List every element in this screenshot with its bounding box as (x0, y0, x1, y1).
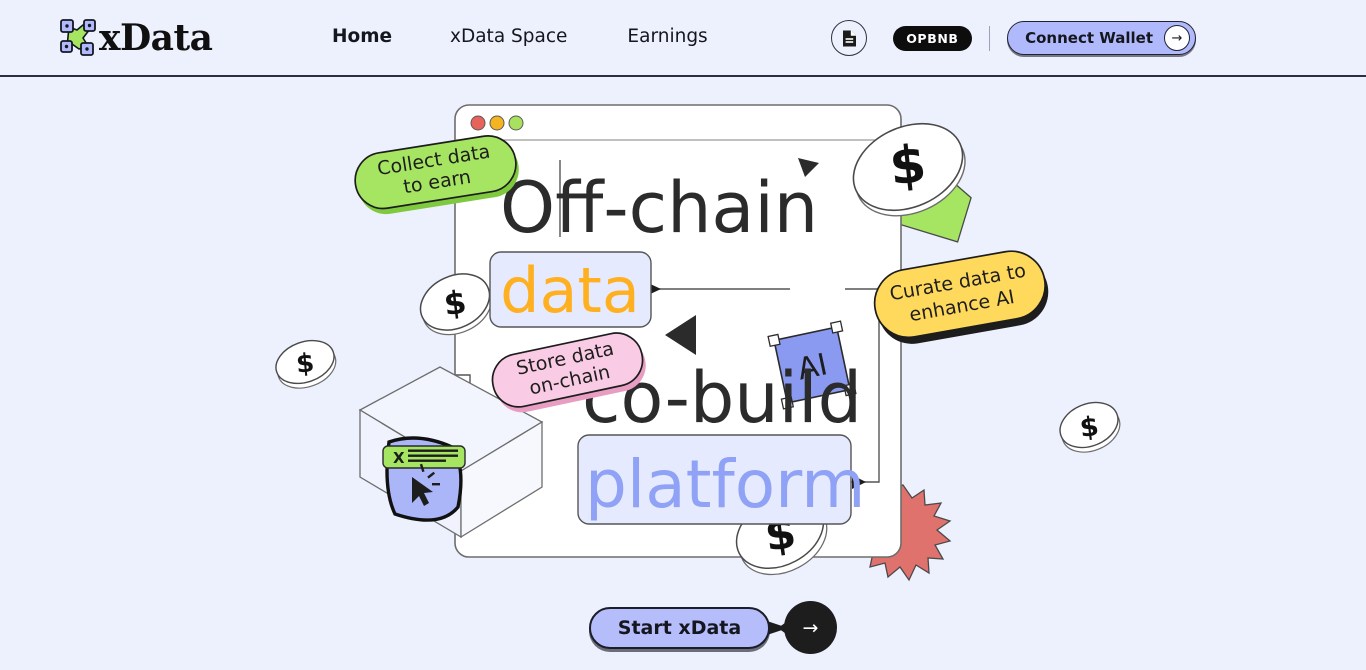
start-xdata-cta[interactable]: Start xData → (589, 601, 837, 654)
chain-badge-opbnb[interactable]: OPBNB (893, 25, 972, 51)
connect-wallet-button[interactable]: Connect Wallet → (1007, 21, 1196, 55)
arrow-right-icon: → (1164, 25, 1190, 51)
coin-4: $ (1059, 401, 1121, 453)
data-box: data (489, 251, 652, 328)
nav-item-xdata-space[interactable]: xData Space (450, 26, 567, 47)
svg-text:$: $ (442, 283, 469, 323)
svg-text:X: X (393, 449, 405, 467)
header-divider (988, 25, 991, 51)
main-nav: Home xData Space Earnings (332, 26, 708, 47)
x-tag: X (382, 445, 466, 469)
page-root: xData Home xData Space Earnings OPBNB Co… (0, 0, 1366, 670)
svg-text:$: $ (887, 134, 929, 197)
svg-text:data: data (500, 254, 640, 327)
svg-text:$: $ (295, 348, 316, 379)
svg-text:platform: platform (585, 446, 865, 523)
hero-stage: X AI $ $ $ $ $ Off-chain data co-build p… (0, 77, 1366, 670)
connect-wallet-label: Connect Wallet (1025, 29, 1153, 47)
nav-item-earnings[interactable]: Earnings (627, 26, 707, 47)
coin-3: $ (275, 339, 337, 389)
document-icon (842, 30, 856, 46)
document-button[interactable] (831, 20, 868, 56)
xdata-node-graph-logo-icon (60, 19, 96, 56)
cta-arrow-right-icon[interactable]: → (784, 601, 837, 654)
header-actions: OPBNB Connect Wallet → (831, 20, 1196, 56)
nav-item-home[interactable]: Home (332, 26, 392, 47)
site-header: xData Home xData Space Earnings OPBNB Co… (0, 0, 1366, 77)
start-xdata-label[interactable]: Start xData (589, 606, 770, 649)
logo[interactable]: xData (57, 16, 216, 60)
svg-text:$: $ (1078, 411, 1100, 444)
headline-line-1: Off-chain (500, 167, 818, 249)
platform-box: platform (577, 434, 865, 525)
hero-illustration: X AI $ $ $ $ $ Off-chain data co-build p… (275, 104, 1121, 582)
logo-text: xData (99, 17, 213, 59)
